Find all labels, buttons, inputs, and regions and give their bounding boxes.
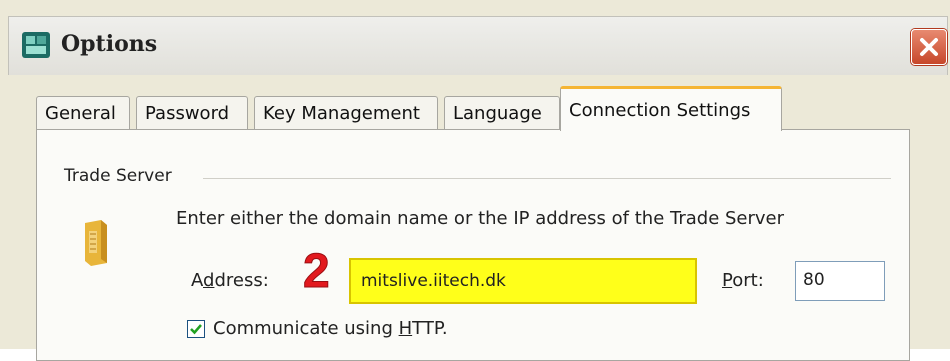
http-label-pre: Communicate using	[213, 318, 399, 339]
port-input[interactable]: 80	[795, 261, 885, 301]
port-label-post: ort:	[732, 270, 764, 291]
step-number-annotation: 2	[303, 245, 331, 298]
checkmark-icon	[190, 324, 202, 335]
address-input[interactable]: mitslive.iitech.dk	[349, 258, 697, 304]
http-label-post: TTP.	[412, 318, 448, 339]
tab-connection-settings[interactable]: Connection Settings	[560, 86, 782, 131]
title-bar[interactable]: Options	[8, 16, 948, 75]
http-checkbox[interactable]	[187, 320, 205, 338]
close-icon	[920, 38, 938, 56]
trade-server-group-label: Trade Server	[64, 166, 172, 186]
trade-server-instruction: Enter either the domain name or the IP a…	[176, 208, 785, 229]
http-label-mnemonic: H	[398, 318, 413, 339]
port-label-mnemonic: P	[722, 270, 733, 291]
http-checkbox-label[interactable]: Communicate using HTTP.	[213, 318, 448, 339]
connection-settings-panel: Trade Server Enter either the domain nam…	[36, 129, 910, 361]
tab-general[interactable]: General	[36, 96, 130, 130]
address-label: Address:	[191, 270, 269, 291]
tab-bar: General Password Key Management Language…	[36, 86, 916, 131]
tab-password[interactable]: Password	[136, 96, 248, 130]
tab-language[interactable]: Language	[444, 96, 560, 130]
server-icon	[85, 220, 107, 266]
options-dialog: Options General Password Key Management …	[0, 0, 950, 361]
tab-key-management[interactable]: Key Management	[254, 96, 438, 130]
address-label-pre: A	[191, 270, 203, 291]
address-label-post: dress:	[214, 270, 269, 291]
app-icon	[22, 32, 50, 58]
close-button[interactable]	[911, 29, 947, 65]
address-label-mnemonic: d	[203, 270, 215, 291]
port-label: Port:	[722, 270, 764, 291]
window-title: Options	[61, 31, 158, 57]
group-divider	[203, 178, 891, 179]
